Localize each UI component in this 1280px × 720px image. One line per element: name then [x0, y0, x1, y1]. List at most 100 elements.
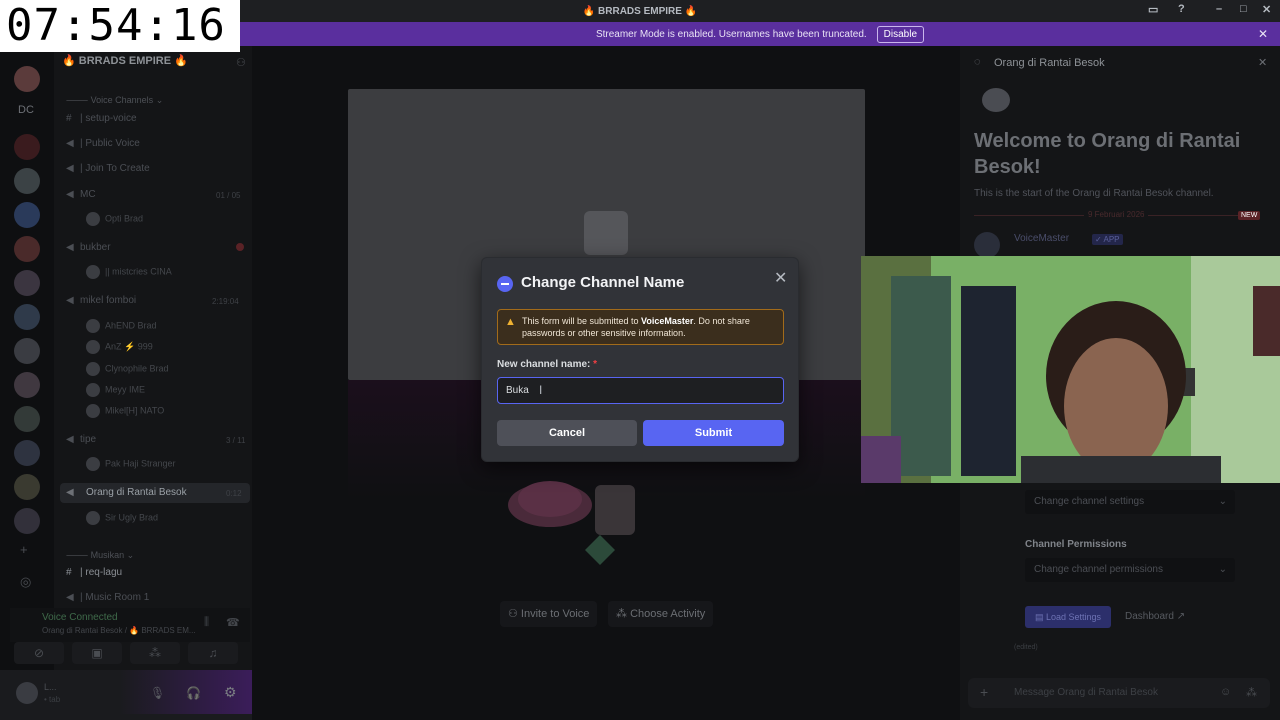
server-icon[interactable]	[14, 372, 40, 398]
screen-share-button[interactable]: ▣	[72, 642, 122, 664]
server-icon[interactable]	[14, 440, 40, 466]
activity-label: Choose Activity	[630, 608, 706, 620]
channel-public-voice[interactable]: ◀ | Public Voice	[66, 138, 140, 149]
chat-icon-large	[982, 88, 1010, 112]
server-icon[interactable]	[14, 236, 40, 262]
activity-button[interactable]: ⁂	[130, 642, 180, 664]
channel-req-lagu[interactable]: # | req-lagu	[66, 567, 122, 578]
load-settings-button[interactable]: ▤ Load Settings	[1025, 606, 1111, 628]
server-icon[interactable]	[14, 508, 40, 534]
channel-music-room[interactable]: ◀ | Music Room 1	[66, 592, 149, 603]
voice-user[interactable]: Opti Brad	[86, 212, 143, 226]
close-chat-icon[interactable]: ✕	[1258, 56, 1267, 69]
voice-user[interactable]: Clynophile Brad	[86, 362, 169, 376]
add-attachment-icon[interactable]: +	[980, 684, 988, 700]
voice-user[interactable]: Pak Haji Stranger	[86, 457, 176, 471]
channel-join-to-create[interactable]: ◀ | Join To Create	[66, 163, 150, 174]
server-icon[interactable]	[14, 338, 40, 364]
apps-icon[interactable]: ⁂	[1246, 686, 1257, 699]
help-icon[interactable]: ?	[1178, 3, 1185, 15]
bot-name[interactable]: VoiceMaster	[1014, 233, 1069, 244]
invite-to-voice-button[interactable]: ⚇ Invite to Voice	[500, 601, 598, 627]
add-member-icon[interactable]: ⚇	[236, 56, 246, 69]
emoji-icon[interactable]: ☺	[1220, 686, 1231, 698]
voice-user[interactable]: Sir Ugly Brad	[86, 511, 158, 525]
close-window-icon[interactable]: ✕	[1262, 3, 1271, 16]
server-icon[interactable]	[14, 168, 40, 194]
close-icon[interactable]: ✕	[774, 268, 787, 288]
channel-bukber[interactable]: ◀ bukber	[66, 242, 111, 253]
inbox-icon[interactable]: ▭	[1148, 3, 1158, 16]
user-name: Mikel[H]	[105, 405, 138, 416]
select-value: Change channel permissions	[1034, 564, 1163, 575]
invite-label: Invite to Voice	[520, 608, 590, 620]
dashboard-link[interactable]: Dashboard ↗	[1125, 611, 1185, 622]
warning-app-name: VoiceMaster	[641, 316, 694, 326]
voice-user[interactable]: || mistcries CINA	[86, 265, 172, 279]
server-icon[interactable]	[14, 474, 40, 500]
voice-user[interactable]: AnZ ⚡ 999	[86, 340, 153, 354]
user-tag: Brad	[124, 213, 144, 224]
voice-user[interactable]: Mikel[H] NATO	[86, 404, 164, 418]
user-status: • tab	[44, 695, 61, 704]
voice-location[interactable]: Orang di Rantai Besok / 🔥 BRRADS EM...	[42, 626, 196, 635]
edited-label: (edited)	[1014, 644, 1038, 651]
choose-activity-button[interactable]: ⁂ Choose Activity	[608, 601, 714, 627]
channel-mikel-fomboi[interactable]: ◀ mikel fomboi	[66, 295, 136, 306]
camera-button[interactable]: ⊘	[14, 642, 64, 664]
server-name[interactable]: 🔥 BRRADS EMPIRE 🔥	[62, 54, 188, 67]
channel-mc[interactable]: ◀ MC	[66, 189, 96, 200]
welcome-subtext: This is the start of the Orang di Rantai…	[974, 188, 1214, 199]
disable-button[interactable]: Disable	[876, 25, 925, 43]
discover-icon[interactable]: ◎	[20, 574, 31, 590]
user-name: Clynophile	[105, 363, 148, 374]
banner-text: Streamer Mode is enabled. Usernames have…	[595, 28, 867, 40]
warning-notice: ▲ This form will be submitted to VoiceMa…	[497, 309, 784, 345]
avatar[interactable]	[974, 232, 1000, 258]
channel-permissions-select[interactable]: Change channel permissions ⌄	[1025, 558, 1235, 582]
category-musikan[interactable]: ⸻ Musikan ⌄	[66, 548, 134, 561]
server-icon[interactable]	[14, 66, 40, 92]
avatar	[86, 362, 100, 376]
minimize-icon[interactable]: –	[1216, 3, 1222, 15]
settings-gear-icon[interactable]: ⚙	[224, 684, 237, 701]
avatar	[86, 319, 100, 333]
close-banner-icon[interactable]: ✕	[1258, 27, 1268, 41]
add-server-icon[interactable]: +	[20, 542, 28, 557]
soundboard-button[interactable]: ♫	[188, 642, 238, 664]
headphones-icon[interactable]: 🎧	[186, 686, 201, 700]
mic-icon[interactable]: 🎙	[150, 686, 165, 700]
user-tag: Brad	[137, 320, 157, 331]
maximize-icon[interactable]: □	[1240, 3, 1247, 15]
noise-suppression-icon[interactable]: ⫼	[204, 616, 209, 629]
speaker-icon: ◀	[66, 242, 74, 253]
voice-user[interactable]: AhEND Brad	[86, 319, 157, 333]
server-icon[interactable]	[14, 202, 40, 228]
channel-setup-voice[interactable]: # | setup-voice	[66, 113, 137, 124]
server-label-dc[interactable]: DC	[18, 104, 34, 116]
avatar[interactable]	[16, 682, 38, 704]
voice-user[interactable]: Meyy IME	[86, 383, 145, 397]
cancel-button[interactable]: Cancel	[497, 420, 637, 446]
avatar	[86, 383, 100, 397]
server-icon[interactable]	[14, 270, 40, 296]
hash-icon: #	[66, 567, 72, 578]
channel-settings-select[interactable]: Change channel settings ⌄	[1025, 490, 1235, 514]
speaker-icon: ◀	[66, 138, 74, 149]
submit-button[interactable]: Submit	[643, 420, 784, 446]
channel-orang-di-rantai-besok[interactable]: Orang di Rantai Besok	[60, 483, 250, 503]
channel-tipe[interactable]: ◀ tipe	[66, 434, 96, 445]
user-tag: CINA	[150, 266, 172, 277]
text-cursor-icon: I	[539, 383, 543, 397]
server-icon[interactable]	[14, 304, 40, 330]
channel-label: | setup-voice	[80, 113, 137, 124]
server-icon[interactable]	[14, 406, 40, 432]
category-voice-channels[interactable]: ⸻ Voice Channels ⌄	[66, 93, 163, 106]
speaker-icon: ◀	[66, 487, 74, 498]
user-tag: NATO	[140, 405, 165, 416]
server-icon[interactable]	[14, 134, 40, 160]
disconnect-icon[interactable]: ☎	[226, 616, 240, 629]
avatar	[86, 457, 100, 471]
user-name: Sir Ugly	[105, 512, 137, 523]
discord-window: 🔥 BRRADS EMPIRE 🔥 ▭ ? – □ ✕ Streamer Mod…	[0, 0, 1280, 720]
